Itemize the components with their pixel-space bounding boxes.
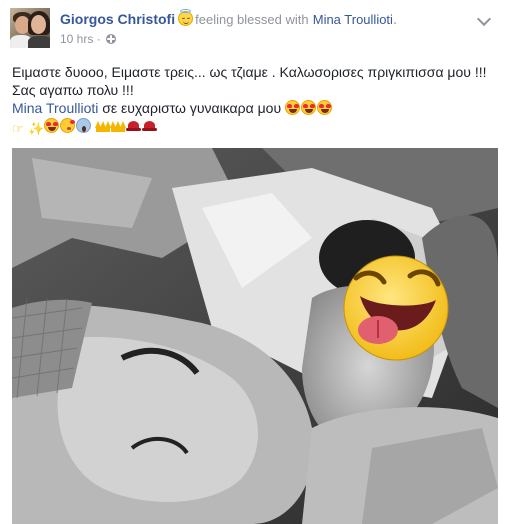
post-body-text: Ειμαστε δυοοο, Ειμαστε τρεις... ως τζιαμ… <box>12 63 498 136</box>
red-hat-emoji-icon <box>141 120 157 132</box>
post-text-line-3-text: σε ευχαριστω γυναικαρα μου <box>102 100 282 116</box>
title-period: . <box>392 13 398 28</box>
chevron-down-icon[interactable] <box>476 12 492 28</box>
globe-icon[interactable] <box>106 34 117 44</box>
meta-separator: · <box>96 32 101 46</box>
author-avatar[interactable] <box>10 8 50 48</box>
post-text-line-3: Mina Troullioti σε ευχαριστω γυναικαρα μ… <box>12 99 498 117</box>
post-emoji-line: ☞ ✨ <box>12 117 498 136</box>
post-text-line-2: Σας αγαπω πολυ !!! <box>12 82 134 98</box>
crown-emoji-icon <box>94 121 111 132</box>
sparkles-emoji-icon: ✨ <box>28 121 45 136</box>
feeling-text: feeling blessed with <box>195 12 309 27</box>
author-name-link[interactable]: Giorgos Christofi <box>60 11 175 27</box>
angel-emoji-icon <box>178 9 194 26</box>
red-hat-emoji-icon <box>125 120 141 132</box>
post-header: Giorgos Christofi feeling blessed with Mi… <box>10 8 500 52</box>
facebook-post: Giorgos Christofi feeling blessed with Mi… <box>0 0 509 524</box>
heart-eyes-emoji-icon <box>44 118 59 133</box>
heart-eyes-emoji-icon <box>285 100 300 115</box>
mention-link[interactable]: Mina Troullioti <box>12 100 98 116</box>
scream-face-emoji-icon <box>76 118 91 133</box>
heart-eyes-emoji-icon <box>317 100 332 115</box>
laughing-tongue-emoji-icon <box>343 255 449 361</box>
post-timestamp-link[interactable]: 10 hrs <box>60 32 93 46</box>
crown-emoji-icon <box>109 121 126 132</box>
tagged-person-link[interactable]: Mina Troullioti <box>313 12 393 27</box>
pointing-hand-emoji-icon: ☞ <box>12 121 24 136</box>
post-photo[interactable] <box>12 148 498 524</box>
post-photo-image <box>12 148 498 524</box>
heart-eyes-emoji-icon <box>301 100 316 115</box>
post-text-line-1: Ειμαστε δυοοο, Ειμαστε τρεις... ως τζιαμ… <box>12 64 487 80</box>
kissing-face-emoji-icon <box>60 118 75 133</box>
post-title-line: Giorgos Christofi feeling blessed with Mi… <box>60 9 398 29</box>
post-meta: 10 hrs · <box>60 32 117 46</box>
